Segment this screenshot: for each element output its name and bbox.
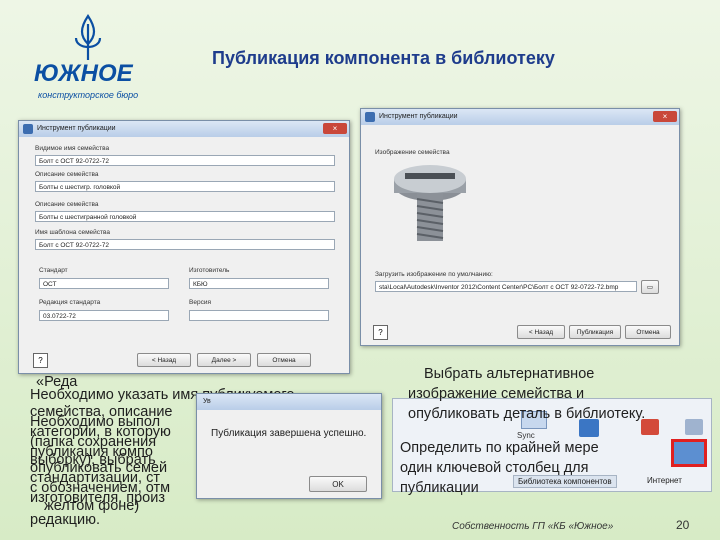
edition-input[interactable]: 03.0722-72 [39, 310, 169, 321]
footer-copyright: Собственность ГП «КБ «Южное» [452, 521, 614, 532]
logo-emblem-icon [74, 14, 102, 60]
label-family-name: Видимое имя семейства [35, 145, 110, 152]
next-button[interactable]: Далее > [197, 353, 251, 367]
publish-highlight-icon[interactable] [671, 439, 707, 467]
text-right-1: Выбрать альтернативное [424, 366, 595, 382]
back-button[interactable]: < Назад [517, 325, 565, 339]
logo-wordmark: ЮЖНОЕ [34, 60, 133, 87]
page-number: 20 [676, 518, 690, 532]
label-family-desc: Описание семейства [35, 171, 99, 178]
ok-button[interactable]: OK [309, 476, 367, 492]
label-family-image: Изображение семейства [375, 149, 450, 156]
sync-label: Sync [517, 431, 535, 440]
standard-select[interactable]: ОСТ [39, 278, 169, 289]
image-path-input[interactable]: sta\Local\Autodesk\Inventor 2012\Content… [375, 281, 637, 292]
close-button[interactable]: × [653, 111, 677, 122]
label-template-name: Имя шаблона семейства [35, 229, 111, 236]
app-icon [23, 124, 33, 134]
help-button[interactable]: ? [33, 353, 48, 368]
text-right-4: Определить по крайней мере [400, 440, 599, 456]
alert-message: Публикация завершена успешно. [211, 428, 367, 439]
text-right-5: один ключевой столбец для [400, 460, 589, 476]
text-left-14: редакцию. [30, 512, 100, 528]
dialog-title: Инструмент публикации [37, 125, 116, 132]
label-manufacturer: Изготовитель [189, 267, 230, 274]
alert-titlebar: Ув [197, 394, 381, 410]
dialog-titlebar: Инструмент публикации × [361, 109, 679, 125]
label-image-path: Загрузить изображение по умолчанию: [375, 271, 493, 278]
cancel-button[interactable]: Отмена [257, 353, 311, 367]
description-input[interactable]: Болты с шестигранной головкой [35, 211, 335, 222]
app-icon [365, 112, 375, 122]
text-right-2: изображение семейства и [408, 386, 585, 402]
family-name-input[interactable]: Болт с ОСТ 92-0722-72 [35, 155, 335, 166]
text-right-3: опубликовать деталь в библиотеку. [408, 406, 646, 422]
help-button[interactable]: ? [373, 325, 388, 340]
success-alert-dialog: Ув Публикация завершена успешно. OK [196, 393, 382, 499]
bolt-preview-image [394, 165, 466, 241]
label-description: Описание семейства [35, 201, 99, 208]
cancel-button[interactable]: Отмена [625, 325, 671, 339]
alert-title: Ув [203, 398, 211, 405]
label-standard: Стандарт [39, 267, 68, 274]
manufacturer-select[interactable]: КБЮ [189, 278, 329, 289]
slide-title: Публикация компонента в библиотеку [212, 48, 555, 68]
back-button[interactable]: < Назад [137, 353, 191, 367]
dialog-titlebar: Инструмент публикации × [19, 121, 349, 137]
logo-subtitle: конструкторское бюро [38, 90, 139, 100]
browse-folder-icon[interactable]: ▭ [641, 280, 659, 294]
publish-dialog-properties: Инструмент публикации × Видимое имя семе… [18, 120, 350, 374]
publish-button[interactable]: Публикация [569, 325, 621, 339]
family-desc-input[interactable]: Болты с шестигр. головкой [35, 181, 335, 192]
label-revision: Версия [189, 299, 211, 306]
company-logo: ЮЖНОЕ конструкторское бюро [30, 14, 150, 104]
revision-input[interactable] [189, 310, 329, 321]
tab-internet[interactable]: Интернет [645, 475, 684, 486]
tool-icon[interactable] [685, 419, 703, 435]
publish-dialog-image: Инструмент публикации × Изображение семе… [360, 108, 680, 346]
dialog-title: Инструмент публикации [379, 113, 458, 120]
label-edition: Редакция стандарта [39, 299, 101, 306]
text-right-6: публикации [400, 480, 479, 496]
close-button[interactable]: × [323, 123, 347, 134]
template-name-input[interactable]: Болт с ОСТ 92-0722-72 [35, 239, 335, 250]
